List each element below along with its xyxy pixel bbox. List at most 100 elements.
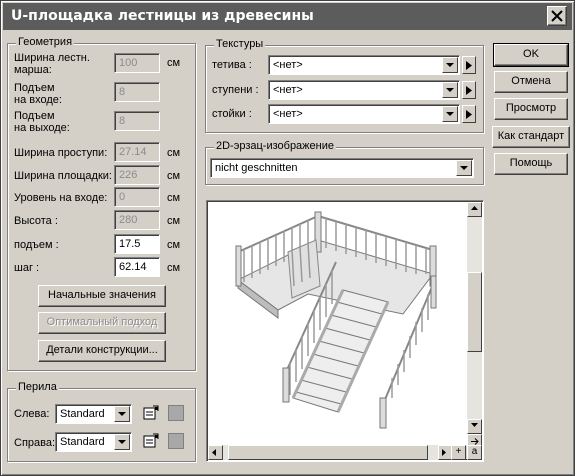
- scroll-arrow-icon: [212, 449, 216, 456]
- preview-vertical-scrollbar[interactable]: [467, 202, 482, 434]
- scroll-arrow-icon: [442, 449, 446, 456]
- dropdown-arrow-icon: [118, 440, 126, 444]
- tread-width-field[interactable]: 27.14: [114, 142, 160, 162]
- close-button[interactable]: [547, 6, 567, 26]
- railing-right-color-swatch[interactable]: [168, 433, 184, 449]
- stringer-texture-dropdown[interactable]: [442, 57, 458, 73]
- rise-in-field[interactable]: 8: [114, 82, 160, 102]
- stair-width-label-2: марша:: [14, 64, 52, 76]
- play-arrow-icon: [466, 61, 472, 70]
- construction-details-button[interactable]: Детали конструкции...: [38, 340, 166, 362]
- railing-right-value: Standard: [60, 436, 105, 448]
- railing-right-properties-icon[interactable]: [143, 433, 159, 452]
- height-label: Высота :: [14, 215, 58, 227]
- riser-field[interactable]: 17.5: [114, 234, 160, 254]
- posts-texture-select[interactable]: <нет>: [268, 104, 460, 124]
- height-unit: см: [167, 215, 181, 227]
- step-label: шаг :: [14, 262, 40, 274]
- landing-width-label: Ширина площадки:: [14, 170, 112, 182]
- title-bar: U-площадка лестницы из древесины: [3, 3, 572, 30]
- zoom-in-button[interactable]: +: [451, 445, 466, 460]
- railing-left-label: Слева:: [14, 408, 50, 420]
- close-icon: [551, 10, 563, 22]
- scroll-up-button[interactable]: [467, 202, 482, 217]
- entry-level-unit: см: [167, 192, 181, 204]
- steps-texture-value: <нет>: [273, 84, 303, 96]
- stringer-texture-more-button[interactable]: [462, 56, 476, 74]
- dropdown-arrow-icon: [446, 112, 454, 116]
- rise-out-label-2: на выходе:: [14, 122, 70, 134]
- height-field[interactable]: 280: [114, 210, 160, 230]
- initial-values-button[interactable]: Начальные значения: [38, 285, 166, 307]
- optimal-approach-button[interactable]: Оптимальный подход: [38, 312, 166, 334]
- steps-texture-more-button[interactable]: [462, 81, 476, 99]
- substitute-image-value: nicht geschnitten: [215, 162, 298, 174]
- scroll-down-button[interactable]: [467, 419, 482, 434]
- substitute-image-group: 2D-эрзац-изображение nicht geschnitten: [205, 140, 484, 185]
- stair-width-field[interactable]: 100: [114, 53, 160, 73]
- stringer-texture-select[interactable]: <нет>: [268, 55, 460, 75]
- as-default-button[interactable]: Как стандарт: [492, 126, 570, 148]
- properties-icon: [143, 433, 159, 448]
- vertical-scroll-thumb[interactable]: [467, 272, 482, 352]
- auto-view-button[interactable]: a: [467, 445, 482, 460]
- stair-width-unit: см: [167, 57, 181, 69]
- rise-out-label-1: Подъем: [14, 110, 55, 122]
- railing-left-value: Standard: [60, 408, 105, 420]
- geometry-legend: Геометрия: [16, 36, 75, 48]
- ok-button[interactable]: OK: [493, 43, 569, 67]
- railing-left-dropdown[interactable]: [114, 406, 130, 422]
- railing-legend: Перила: [16, 381, 59, 393]
- rise-in-label-2: на входе:: [14, 94, 62, 106]
- railing-left-color-swatch[interactable]: [168, 405, 184, 421]
- steps-texture-select[interactable]: <нет>: [268, 80, 460, 100]
- preview-button[interactable]: Просмотр: [494, 98, 568, 120]
- posts-label: стойки :: [212, 108, 252, 120]
- scroll-arrow-icon: [471, 206, 478, 210]
- dropdown-arrow-icon: [460, 166, 468, 170]
- substitute-image-dropdown[interactable]: [456, 160, 472, 176]
- railing-group: Перила Слева: Standard Справа: Standard: [7, 381, 196, 462]
- railing-left-select[interactable]: Standard: [55, 404, 132, 424]
- preview-horizontal-scrollbar[interactable]: -: [208, 445, 468, 460]
- step-field[interactable]: 62.14: [114, 257, 160, 277]
- posts-texture-dropdown[interactable]: [442, 106, 458, 122]
- scroll-left-button[interactable]: [208, 445, 223, 460]
- staircase-3d-preview: [208, 202, 468, 446]
- railing-right-dropdown[interactable]: [114, 434, 130, 450]
- cancel-button[interactable]: Отмена: [494, 71, 568, 93]
- entry-level-label: Уровень на входе:: [14, 192, 108, 204]
- preview-viewport[interactable]: - + a: [206, 200, 484, 462]
- dropdown-arrow-icon: [118, 412, 126, 416]
- help-button[interactable]: Помощь: [494, 153, 568, 175]
- textures-legend: Текстуры: [214, 38, 266, 50]
- railing-right-label: Справа:: [14, 437, 56, 449]
- step-unit: см: [167, 262, 181, 274]
- tread-width-unit: см: [167, 147, 181, 159]
- substitute-image-select[interactable]: nicht geschnitten: [210, 158, 474, 178]
- landing-width-field[interactable]: 226: [114, 165, 160, 185]
- rise-out-field[interactable]: 8: [114, 111, 160, 131]
- play-arrow-icon: [466, 86, 472, 95]
- tread-width-label: Ширина проступи:: [14, 147, 108, 159]
- riser-unit: см: [167, 239, 181, 251]
- geometry-group: Геометрия Ширина лестн. марша: 100 см По…: [7, 36, 196, 371]
- stair-width-label-1: Ширина лестн.: [14, 52, 90, 64]
- railing-left-properties-icon[interactable]: [143, 405, 159, 424]
- entry-level-field[interactable]: 0: [114, 187, 160, 207]
- posts-texture-more-button[interactable]: [462, 105, 476, 123]
- window-title: U-площадка лестницы из древесины: [11, 8, 314, 24]
- horizontal-scroll-thumb[interactable]: [228, 445, 428, 460]
- dialog-window: U-площадка лестницы из древесины Геометр…: [0, 0, 575, 476]
- properties-icon: [143, 405, 159, 420]
- posts-texture-value: <нет>: [273, 108, 303, 120]
- dropdown-arrow-icon: [446, 88, 454, 92]
- landing-width-unit: см: [167, 170, 181, 182]
- dropdown-arrow-icon: [446, 63, 454, 67]
- railing-right-select[interactable]: Standard: [55, 432, 132, 452]
- stringer-texture-value: <нет>: [273, 59, 303, 71]
- riser-label: подъем :: [14, 239, 59, 251]
- scroll-arrow-icon: [471, 423, 478, 427]
- steps-texture-dropdown[interactable]: [442, 82, 458, 98]
- play-arrow-icon: [466, 110, 472, 119]
